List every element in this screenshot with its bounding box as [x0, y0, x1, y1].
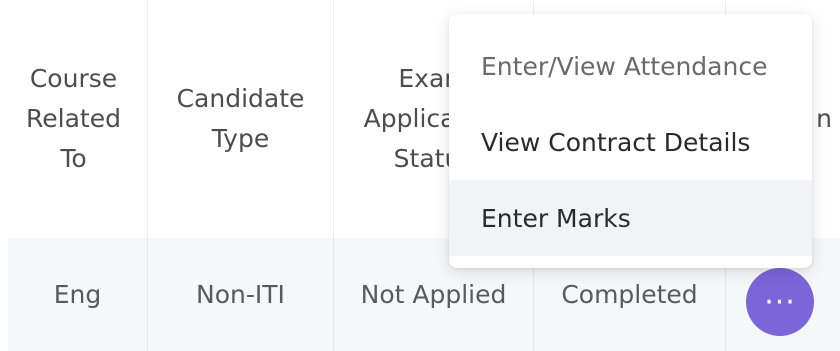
actions-dropdown-menu: Enter/View Attendance View Contract Deta… — [449, 14, 812, 268]
ellipsis-icon: ··· — [764, 284, 796, 320]
menu-item-label: Enter/View Attendance — [481, 51, 768, 81]
menu-item-label: View Contract Details — [481, 127, 751, 157]
header-label: Course Related To — [26, 64, 121, 173]
menu-item-label: Enter Marks — [481, 203, 631, 233]
menu-item-view-contract-details[interactable]: View Contract Details — [449, 104, 812, 180]
header-label: n — [816, 104, 832, 133]
menu-item-enter-view-attendance[interactable]: Enter/View Attendance — [449, 28, 812, 104]
header-candidate-type: Candidate Type — [148, 0, 334, 238]
header-label: Candidate Type — [176, 84, 305, 153]
menu-item-enter-marks[interactable]: Enter Marks — [449, 180, 812, 256]
actions-menu-button[interactable]: ··· — [746, 268, 814, 336]
cell-value: Non-ITI — [196, 280, 285, 309]
cell-candidate-type: Non-ITI — [148, 238, 334, 351]
cell-value: Completed — [561, 280, 698, 309]
cell-value: Eng — [53, 280, 102, 309]
header-course-related-to: Course Related To — [0, 0, 148, 238]
cell-value: Not Applied — [360, 280, 507, 309]
cell-course-related-to: Eng — [8, 238, 148, 351]
